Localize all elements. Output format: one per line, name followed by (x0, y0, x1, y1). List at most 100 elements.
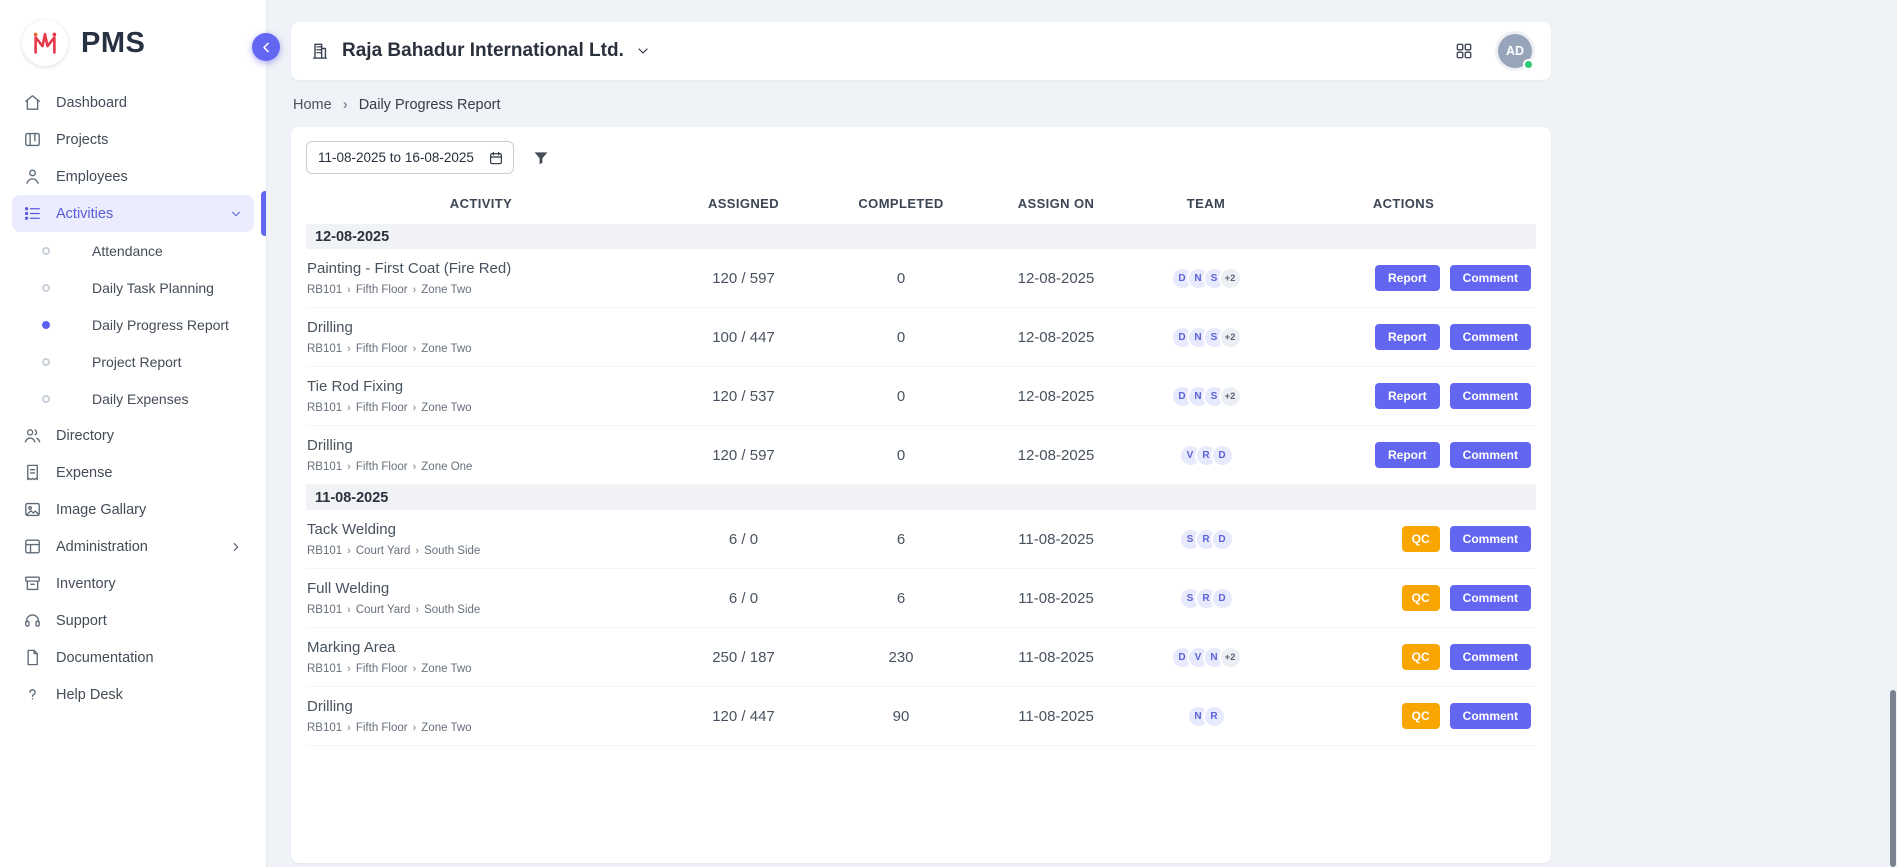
sidebar-item-label: Image Gallary (56, 502, 146, 518)
filter-icon[interactable] (532, 149, 550, 167)
comment-button[interactable]: Comment (1450, 324, 1531, 350)
date-range-input[interactable]: 11-08-2025 to 16-08-2025 (306, 141, 514, 174)
breadcrumb-home[interactable]: Home (293, 97, 332, 113)
sidebar-subitem-label: Daily Task Planning (92, 280, 214, 296)
chevron-right-icon: › (413, 402, 417, 414)
sidebar-subitem-label: Attendance (92, 243, 163, 259)
team-member-avatar[interactable]: D (1211, 528, 1234, 551)
team-avatars: SRD (1141, 587, 1271, 610)
qc-button[interactable]: QC (1402, 703, 1440, 729)
chevron-right-icon: › (415, 604, 419, 616)
column-header-completed: COMPLETED (831, 196, 971, 211)
chevron-right-icon: › (415, 545, 419, 557)
chevron-right-icon: › (347, 402, 351, 414)
activity-path: RB101›Fifth Floor›Zone Two (307, 343, 656, 355)
comment-button[interactable]: Comment (1450, 703, 1531, 729)
sidebar-subitem-daily-expenses[interactable]: Daily Expenses (12, 380, 254, 417)
inventory-icon (23, 574, 42, 593)
team-member-avatar[interactable]: R (1203, 705, 1226, 728)
chevron-right-icon: › (413, 284, 417, 296)
chevron-right-icon: › (347, 604, 351, 616)
comment-button[interactable]: Comment (1450, 585, 1531, 611)
content-card: 11-08-2025 to 16-08-2025 ACTIVITYASSIGNE… (291, 127, 1551, 863)
date-group-header: 11-08-2025 (306, 485, 1536, 510)
activity-name: Drilling (307, 698, 656, 715)
row-actions: QC Comment (1271, 585, 1536, 611)
qc-button[interactable]: QC (1402, 644, 1440, 670)
comment-button[interactable]: Comment (1450, 383, 1531, 409)
support-icon (23, 611, 42, 630)
bullet-icon (42, 284, 50, 292)
table-header: ACTIVITYASSIGNEDCOMPLETEDASSIGN ONTEAMAC… (306, 182, 1536, 224)
path-segment: Fifth Floor (356, 284, 408, 296)
report-button[interactable]: Report (1375, 442, 1440, 468)
qc-button[interactable]: QC (1402, 585, 1440, 611)
team-extra-count[interactable]: +2 (1219, 385, 1242, 408)
sidebar-item-directory[interactable]: Directory (12, 417, 254, 454)
path-segment: Fifth Floor (356, 343, 408, 355)
activity-name: Painting - First Coat (Fire Red) (307, 260, 656, 277)
sidebar-item-activities[interactable]: Activities (12, 195, 254, 232)
activity-name: Drilling (307, 437, 656, 454)
sidebar-subitem-attendance[interactable]: Attendance (12, 232, 254, 269)
chevron-right-icon: › (347, 284, 351, 296)
team-extra-count[interactable]: +2 (1219, 267, 1242, 290)
sidebar-item-projects[interactable]: Projects (12, 121, 254, 158)
report-button[interactable]: Report (1375, 383, 1440, 409)
team-member-avatar[interactable]: D (1211, 587, 1234, 610)
apps-grid-icon[interactable] (1454, 41, 1474, 61)
sidebar-item-expense[interactable]: Expense (12, 454, 254, 491)
completed-value: 6 (831, 531, 971, 548)
sidebar-collapse-button[interactable] (252, 33, 280, 61)
assigned-value: 6 / 0 (656, 590, 831, 607)
report-button[interactable]: Report (1375, 324, 1440, 350)
sidebar-item-support[interactable]: Support (12, 602, 254, 639)
sidebar-subitem-daily-task-planning[interactable]: Daily Task Planning (12, 269, 254, 306)
column-header-activity: ACTIVITY (306, 196, 656, 211)
bullet-icon (42, 395, 50, 403)
table-row: Marking Area RB101›Fifth Floor›Zone Two … (306, 628, 1536, 687)
activity-path: RB101›Fifth Floor›Zone Two (307, 402, 656, 414)
sidebar-item-dashboard[interactable]: Dashboard (12, 84, 254, 121)
completed-value: 90 (831, 708, 971, 725)
activity-cell: Tack Welding RB101›Court Yard›South Side (306, 521, 656, 557)
sidebar-item-documentation[interactable]: Documentation (12, 639, 254, 676)
user-avatar[interactable]: AD (1498, 34, 1532, 68)
chevron-right-icon: › (347, 663, 351, 675)
table-row: Painting - First Coat (Fire Red) RB101 › F… (306, 249, 1536, 308)
team-member-avatar[interactable]: D (1211, 444, 1234, 467)
team-extra-count[interactable]: +2 (1219, 326, 1242, 349)
comment-button[interactable]: Comment (1450, 265, 1531, 291)
path-segment: RB101 (307, 722, 342, 734)
report-button[interactable]: Report (1375, 265, 1440, 291)
sidebar-subitem-project-report[interactable]: Project Report (12, 343, 254, 380)
expense-icon (23, 463, 42, 482)
sidebar-item-administration[interactable]: Administration (12, 528, 254, 565)
row-actions: Report Comment (1271, 324, 1536, 350)
activity-path: RB101›Fifth Floor›Zone Two (307, 722, 656, 734)
team-avatars: DVN+2 (1141, 646, 1271, 669)
path-segment: Court Yard (356, 545, 411, 557)
path-segment: South Side (424, 604, 480, 616)
helpdesk-icon (23, 685, 42, 704)
activity-cell: Tie Rod Fixing RB101›Fifth Floor›Zone Tw… (306, 378, 656, 414)
team-avatars: VRD (1141, 444, 1271, 467)
comment-button[interactable]: Comment (1450, 644, 1531, 670)
company-selector[interactable]: Raja Bahadur International Ltd. (342, 40, 651, 62)
sidebar-item-employees[interactable]: Employees (12, 158, 254, 195)
path-segment: RB101 (307, 284, 342, 296)
row-actions: QC Comment (1271, 526, 1536, 552)
qc-button[interactable]: QC (1402, 526, 1440, 552)
sidebar-item-help-desk[interactable]: Help Desk (12, 676, 254, 713)
comment-button[interactable]: Comment (1450, 442, 1531, 468)
sidebar-item-label: Documentation (56, 650, 154, 666)
page-scrollbar[interactable] (1890, 690, 1896, 867)
sidebar-subitem-daily-progress-report[interactable]: Daily Progress Report (12, 306, 254, 343)
table-row: Tack Welding RB101›Court Yard›South Side… (306, 510, 1536, 569)
sidebar: PMS Dashboard Projects Employees Activit… (0, 0, 267, 867)
team-extra-count[interactable]: +2 (1219, 646, 1242, 669)
sidebar-item-image-gallary[interactable]: Image Gallary (12, 491, 254, 528)
sidebar-item-inventory[interactable]: Inventory (12, 565, 254, 602)
assigned-value: 120 / 597 (656, 270, 831, 287)
comment-button[interactable]: Comment (1450, 526, 1531, 552)
